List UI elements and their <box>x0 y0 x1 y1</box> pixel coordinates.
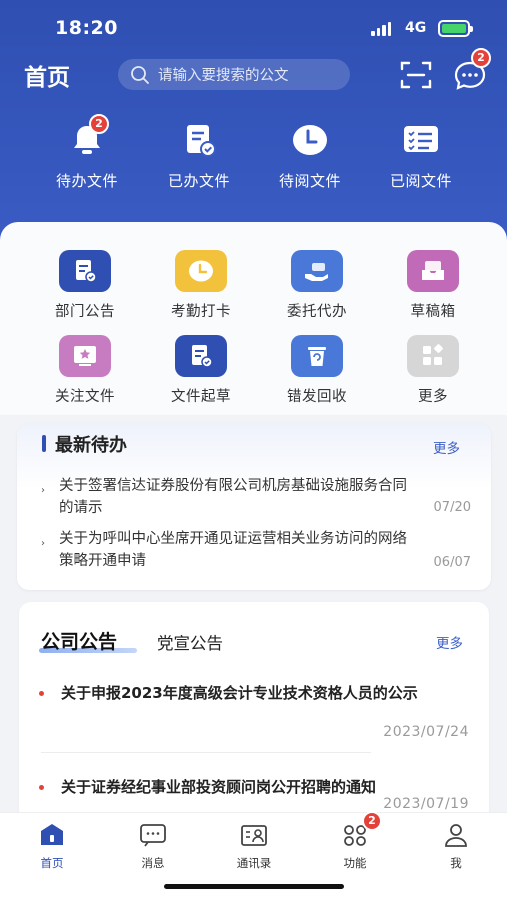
func-drafts[interactable]: 草稿箱 <box>383 250 483 321</box>
func-label: 考勤打卡 <box>171 304 231 320</box>
user-icon <box>445 824 467 847</box>
bullet-dot <box>39 785 44 790</box>
contacts-icon <box>241 825 267 846</box>
tab-label: 我 <box>450 856 462 870</box>
network-type: 4G <box>405 20 427 36</box>
document-check-icon <box>59 250 111 292</box>
pending-badge: 2 <box>89 114 109 134</box>
function-grid: 部门公告 考勤打卡 委托代办 草稿箱 关注文件 文件起草 错发回收 更多 <box>0 222 507 415</box>
announcement-card: 公司公告 党宣公告 更多 关于申报2023年度高级会计专业技术资格人员的公示 2… <box>19 602 489 822</box>
func-label: 部门公告 <box>55 304 115 320</box>
top-nav: 2 待办文件 已办文件 待阅文件 已阅文件 <box>0 114 507 200</box>
nav-pending-files[interactable]: 2 待办文件 <box>37 114 137 191</box>
bullet-dot <box>39 691 44 696</box>
message-icon <box>140 824 166 847</box>
tab-functions[interactable]: 2 功能 <box>320 811 390 871</box>
latest-todo-card: 最新待办 更多 › 关于签署信达证券股份有限公司机房基础设施服务合同的请示 07… <box>17 423 491 590</box>
section-accent-bar <box>42 435 46 452</box>
chat-badge: 2 <box>471 48 491 68</box>
document-check-icon <box>175 335 227 377</box>
nav-label: 已阅文件 <box>389 172 452 190</box>
func-label: 文件起草 <box>171 389 231 405</box>
notice-item-date: 2023/07/24 <box>383 724 469 740</box>
func-label: 草稿箱 <box>410 304 456 320</box>
search-input[interactable]: 请输入要搜索的公文 <box>118 59 350 90</box>
search-placeholder: 请输入要搜索的公文 <box>158 68 289 84</box>
tab-label: 消息 <box>141 856 165 870</box>
todo-item-date: 06/07 <box>433 555 471 570</box>
func-label: 委托代办 <box>287 304 347 320</box>
tab-contacts[interactable]: 通讯录 <box>219 821 289 871</box>
home-indicator <box>164 884 344 889</box>
chat-button[interactable]: 2 <box>453 48 491 92</box>
divider <box>41 752 371 753</box>
tab-home[interactable]: 首页 <box>17 821 87 871</box>
todo-more-link[interactable]: 更多 <box>433 437 460 457</box>
func-followed[interactable]: 关注文件 <box>35 335 135 406</box>
todo-item[interactable]: › 关于为呼叫中心坐席开通见证运营相关业务访问的网络策略开通申请 06/07 <box>41 528 471 572</box>
nav-label: 已办文件 <box>167 172 230 190</box>
functions-badge: 2 <box>362 811 382 831</box>
scan-icon[interactable] <box>400 60 432 90</box>
status-bar: 18:20 4G <box>0 14 507 44</box>
battery-icon <box>438 20 473 37</box>
page-title: 首页 <box>24 65 70 91</box>
func-label: 关注文件 <box>55 389 115 405</box>
checklist-icon <box>404 126 438 152</box>
clock-icon <box>293 125 327 155</box>
signal-icon <box>371 22 391 36</box>
tab-messages[interactable]: 消息 <box>118 821 188 871</box>
tab-me[interactable]: 我 <box>421 821 491 871</box>
todo-item[interactable]: › 关于签署信达证券股份有限公司机房基础设施服务合同的请示 07/20 <box>41 475 471 519</box>
document-check-icon <box>187 125 216 157</box>
grid-icon <box>407 335 459 377</box>
func-delegate[interactable]: 委托代办 <box>267 250 367 321</box>
notice-item[interactable]: 关于申报2023年度高级会计专业技术资格人员的公示 2023/07/24 <box>37 682 469 744</box>
recycle-bin-icon <box>291 335 343 377</box>
tab-label: 通讯录 <box>236 856 272 870</box>
func-recall[interactable]: 错发回收 <box>267 335 367 406</box>
star-icon <box>59 335 111 377</box>
nav-read-files[interactable]: 已阅文件 <box>371 120 471 191</box>
tab-label: 功能 <box>343 856 367 870</box>
nav-label: 待办文件 <box>55 172 118 190</box>
func-label: 更多 <box>418 389 448 405</box>
func-attendance[interactable]: 考勤打卡 <box>151 250 251 321</box>
hand-icon <box>291 250 343 292</box>
notice-item[interactable]: 关于证券经纪事业部投资顾问岗公开招聘的通知 2023/07/19 <box>37 776 469 816</box>
func-label: 错发回收 <box>287 389 347 405</box>
func-draft-document[interactable]: 文件起草 <box>151 335 251 406</box>
func-more[interactable]: 更多 <box>383 335 483 406</box>
todo-item-text: 关于为呼叫中心坐席开通见证运营相关业务访问的网络策略开通申请 <box>59 531 407 569</box>
notice-item-date: 2023/07/19 <box>383 796 469 812</box>
nav-label: 待阅文件 <box>278 172 341 190</box>
notice-more-link[interactable]: 更多 <box>436 632 463 652</box>
status-time: 18:20 <box>55 17 118 39</box>
inbox-icon <box>407 250 459 292</box>
search-icon <box>131 65 149 84</box>
clock-icon <box>175 250 227 292</box>
home-icon <box>41 824 63 845</box>
tab-label: 首页 <box>40 856 64 870</box>
todo-title: 最新待办 <box>55 435 127 456</box>
tab-company-notice[interactable]: 公司公告 <box>41 627 117 654</box>
todo-item-text: 关于签署信达证券股份有限公司机房基础设施服务合同的请示 <box>59 478 407 516</box>
func-dept-notice[interactable]: 部门公告 <box>35 250 135 321</box>
chevron-right-icon: › <box>41 538 45 549</box>
nav-done-files[interactable]: 已办文件 <box>149 120 249 191</box>
nav-to-read-files[interactable]: 待阅文件 <box>260 120 360 191</box>
tab-party-notice[interactable]: 党宣公告 <box>157 630 223 654</box>
chevron-right-icon: › <box>41 485 45 496</box>
notice-item-text: 关于申报2023年度高级会计专业技术资格人员的公示 <box>61 684 418 702</box>
todo-item-date: 07/20 <box>433 500 471 515</box>
